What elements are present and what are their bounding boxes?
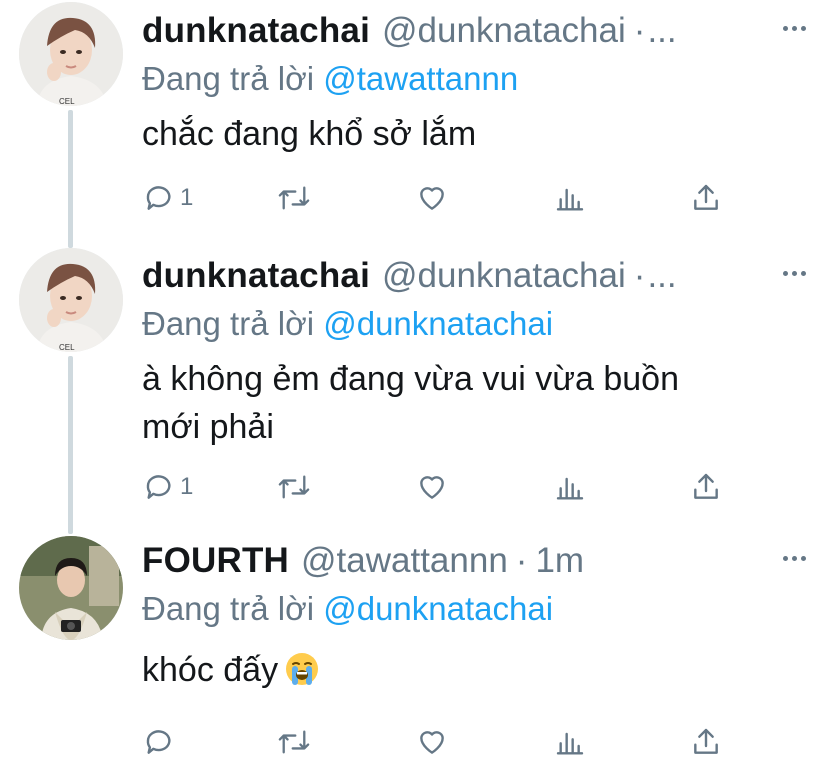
tweet-header: dunknatachai @dunknatachai · ...: [142, 8, 808, 54]
replying-to: Đang trả lời @dunknatachai: [142, 586, 808, 632]
analytics-icon: [556, 732, 584, 755]
more-icon[interactable]: [783, 271, 806, 276]
reply-button[interactable]: [144, 722, 180, 762]
share-button[interactable]: [690, 722, 722, 762]
retweet-icon: [278, 186, 310, 210]
loudly-crying-face-emoji: [286, 653, 319, 685]
tweet[interactable]: CEL dunknatachai @dunknatachai · ... Đan…: [0, 245, 828, 530]
reply-button[interactable]: 1: [144, 467, 193, 507]
replying-label: Đang trả lời: [142, 590, 315, 627]
display-name[interactable]: dunknatachai: [142, 11, 370, 51]
separator-dot: ·: [633, 11, 646, 50]
truncation-ellipsis: ...: [647, 11, 677, 50]
like-button[interactable]: [416, 722, 448, 762]
user-handle[interactable]: @tawattannn: [301, 541, 508, 581]
tweet-header: dunknatachai @dunknatachai · ...: [142, 253, 808, 299]
tweet[interactable]: CEL dunknatachai @dunknatachai · ... Đan…: [0, 0, 828, 245]
mention-link[interactable]: @dunknatachai: [323, 305, 553, 342]
analytics-button[interactable]: [554, 467, 586, 507]
mention-link[interactable]: @tawattannn: [323, 60, 518, 97]
replying-to: Đang trả lời @tawattannn: [142, 56, 808, 102]
share-button[interactable]: [690, 467, 722, 507]
separator-dot: ·: [515, 541, 528, 580]
truncation-ellipsis: ...: [647, 256, 677, 295]
analytics-icon: [556, 477, 584, 500]
user-handle[interactable]: @dunknatachai: [382, 256, 626, 296]
svg-text:CEL: CEL: [59, 97, 75, 106]
tweet-text: à không ẻm đang vừa vui vừa buồn mới phả…: [142, 355, 808, 451]
action-bar: 1: [142, 467, 732, 507]
tweet-text-line: chắc đang khổ sở lắm: [142, 115, 477, 153]
mention-link[interactable]: @dunknatachai: [323, 590, 553, 627]
like-icon: [420, 187, 444, 210]
retweet-button[interactable]: [276, 467, 312, 507]
reply-count: 1: [180, 184, 194, 211]
analytics-button[interactable]: [554, 178, 586, 218]
tweet[interactable]: FOURTH @tawattannn · 1m Đang trả lời @du…: [0, 530, 828, 763]
share-button[interactable]: [690, 178, 722, 218]
reply-count: 1: [180, 473, 194, 500]
reply-button[interactable]: 1: [144, 178, 193, 218]
avatar[interactable]: CEL: [19, 2, 123, 106]
replying-label: Đang trả lời: [142, 60, 315, 97]
like-button[interactable]: [416, 178, 448, 218]
replying-to: Đang trả lời @dunknatachai: [142, 301, 808, 347]
tweet-text-line: mới phải: [142, 408, 274, 446]
avatar[interactable]: CEL: [19, 248, 123, 352]
timestamp[interactable]: 1m: [535, 541, 584, 581]
reply-icon: [146, 186, 171, 210]
share-icon: [694, 473, 718, 499]
reply-icon: [146, 475, 171, 499]
analytics-icon: [556, 188, 584, 211]
display-name[interactable]: dunknatachai: [142, 256, 370, 296]
avatar[interactable]: [19, 536, 123, 640]
more-icon[interactable]: [783, 26, 806, 31]
tweet-text-line: khóc đấy: [142, 651, 279, 689]
tweet-header: FOURTH @tawattannn · 1m: [142, 538, 808, 584]
like-icon: [420, 731, 444, 754]
replying-label: Đang trả lời: [142, 305, 315, 342]
like-button[interactable]: [416, 467, 448, 507]
tweet-text: khóc đấy: [142, 646, 808, 694]
retweet-button[interactable]: [276, 722, 312, 762]
more-icon[interactable]: [783, 556, 806, 561]
reply-icon: [146, 730, 171, 754]
share-icon: [694, 728, 718, 754]
share-icon: [694, 184, 718, 210]
separator-dot: ·: [633, 256, 646, 295]
retweet-icon: [278, 475, 310, 499]
tweet-text: chắc đang khổ sở lắm: [142, 110, 808, 158]
action-bar: [142, 722, 732, 762]
retweet-icon: [278, 730, 310, 754]
retweet-button[interactable]: [276, 178, 312, 218]
tweet-text-line: à không ẻm đang vừa vui vừa buồn: [142, 360, 679, 398]
svg-text:CEL: CEL: [59, 343, 75, 352]
display-name[interactable]: FOURTH: [142, 541, 289, 581]
like-icon: [420, 476, 444, 499]
analytics-button[interactable]: [554, 722, 586, 762]
action-bar: 1: [142, 178, 732, 218]
user-handle[interactable]: @dunknatachai: [382, 11, 626, 51]
